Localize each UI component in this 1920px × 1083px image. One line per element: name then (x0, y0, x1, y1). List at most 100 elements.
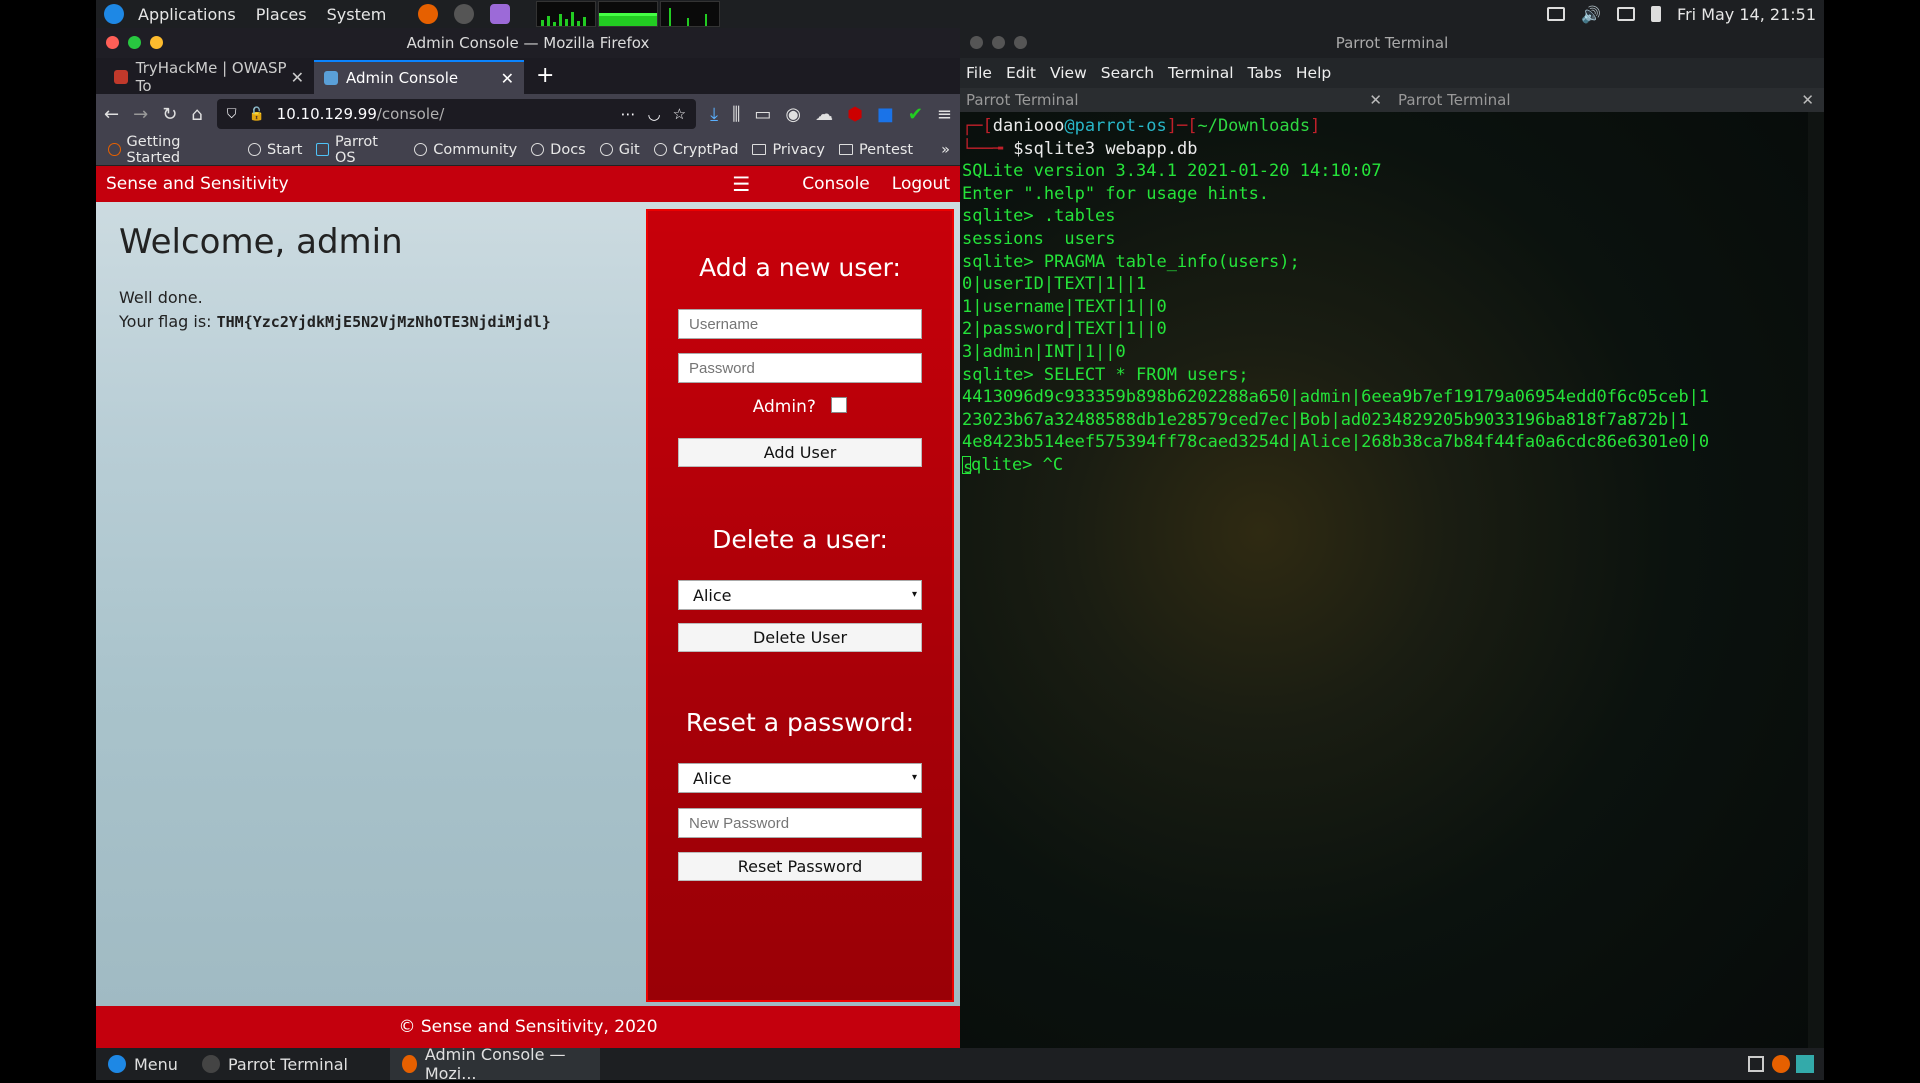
firefox-titlebar[interactable]: Admin Console — Mozilla Firefox (96, 28, 960, 58)
terminal-output[interactable]: ┌─[daniooo@parrot-os]─[~/Downloads] └──╼ … (960, 112, 1808, 1048)
reload-icon[interactable]: ↻ (162, 104, 177, 125)
menu-search[interactable]: Search (1101, 64, 1154, 82)
more-bookmarks-icon[interactable]: » (941, 142, 960, 158)
parrot-logo-icon[interactable] (104, 4, 124, 24)
minimize-window-button[interactable] (1014, 36, 1027, 49)
close-tab-icon[interactable]: ✕ (501, 69, 514, 88)
tab-tryhackme[interactable]: TryHackMe | OWASP To ✕ (104, 59, 314, 95)
close-window-button[interactable] (970, 36, 983, 49)
url-bar[interactable]: ⛉ 🔓 10.10.129.99/console/ ⋯ ◡ ☆ (216, 99, 697, 129)
password-input[interactable] (678, 353, 922, 383)
extension-check-icon[interactable]: ✔ (908, 104, 923, 125)
admin-checkbox[interactable] (831, 397, 848, 413)
volume-icon[interactable]: 🔊 (1581, 5, 1601, 24)
screen-icon[interactable] (1617, 7, 1636, 21)
bookmark-cryptpad[interactable]: CryptPad (653, 142, 738, 158)
hamburger-menu-icon[interactable]: ≡ (937, 104, 952, 125)
admin-label: Admin? (752, 397, 816, 417)
text-editor-launcher-icon[interactable] (490, 4, 511, 24)
taskbar-item-terminal[interactable]: Parrot Terminal (190, 1048, 390, 1080)
sidebar-icon[interactable]: ▭ (754, 104, 771, 125)
site-brand[interactable]: Sense and Sensitivity (106, 174, 732, 194)
menu-places[interactable]: Places (250, 0, 313, 28)
menu-file[interactable]: File (966, 64, 992, 82)
forward-icon[interactable]: → (133, 104, 148, 125)
extension-s-icon[interactable]: ■ (877, 104, 894, 125)
chevron-down-icon: ▾ (911, 772, 917, 783)
menu-edit[interactable]: Edit (1006, 64, 1036, 82)
bookmark-docs[interactable]: Docs (531, 142, 586, 158)
hamburger-icon[interactable]: ☰ (732, 172, 750, 196)
close-tab-icon[interactable]: ✕ (1369, 91, 1382, 109)
menu-help[interactable]: Help (1296, 64, 1331, 82)
menu-system[interactable]: System (321, 0, 393, 28)
menu-terminal[interactable]: Terminal (1168, 64, 1234, 82)
firefox-tray-icon[interactable] (1772, 1055, 1790, 1073)
minimize-window-button[interactable] (150, 36, 163, 49)
terminal-menubar: File Edit View Search Terminal Tabs Help (960, 58, 1824, 88)
terminal-icon (201, 1055, 220, 1073)
menu-view[interactable]: View (1050, 64, 1087, 82)
maximize-window-button[interactable] (128, 36, 141, 49)
firefox-window: Admin Console — Mozilla Firefox TryHackM… (96, 28, 960, 1048)
bookmark-getting-started[interactable]: Getting Started (108, 134, 234, 166)
insecure-lock-icon[interactable]: 🔓 (248, 107, 264, 122)
delete-user-select[interactable]: Alice ▾ (678, 580, 922, 610)
globe-icon (248, 143, 262, 156)
site-navbar: Sense and Sensitivity ☰ Console Logout (96, 166, 960, 202)
new-tab-button[interactable]: + (524, 63, 566, 94)
admin-console-favicon-icon (324, 71, 338, 85)
pocket-icon[interactable]: ◡ (648, 105, 661, 123)
close-tab-icon[interactable]: ✕ (1801, 91, 1814, 109)
bookmark-start[interactable]: Start (248, 142, 302, 158)
taskbar-item-firefox[interactable]: Admin Console — Mozi... (389, 1045, 600, 1083)
bookmark-star-icon[interactable]: ☆ (673, 105, 686, 123)
terminal-launcher-icon[interactable] (454, 4, 475, 24)
extension-icon[interactable]: ☁ (815, 104, 833, 125)
library-icon[interactable]: ⫼ (732, 104, 740, 125)
clock[interactable]: Fri May 14, 21:51 (1677, 5, 1816, 24)
new-password-input[interactable] (678, 808, 922, 838)
reset-user-select[interactable]: Alice ▾ (678, 763, 922, 793)
taskbar-menu-button[interactable]: Menu (96, 1048, 190, 1080)
firefox-icon (401, 1055, 417, 1073)
home-icon[interactable]: ⌂ (191, 104, 202, 125)
display-icon[interactable] (1547, 7, 1566, 21)
downloads-icon[interactable]: ⤓ (710, 104, 718, 125)
terminal-tray-icon[interactable] (1796, 1055, 1814, 1073)
folder-icon (752, 144, 767, 155)
bottom-taskbar: Menu Parrot Terminal Admin Console — Moz… (96, 1045, 1824, 1083)
maximize-window-button[interactable] (992, 36, 1005, 49)
terminal-tab-1[interactable]: Parrot Terminal ✕ (960, 88, 1392, 112)
parrot-icon (316, 143, 329, 156)
shield-icon[interactable]: ⛉ (227, 107, 237, 122)
close-window-button[interactable] (106, 36, 119, 49)
back-icon[interactable]: ← (104, 104, 119, 125)
tab-admin-console[interactable]: Admin Console ✕ (314, 60, 524, 94)
bookmark-parrot-os[interactable]: Parrot OS (316, 134, 400, 166)
terminal-line: 3|admin|INT|1||0 (962, 341, 1126, 362)
menu-applications[interactable]: Applications (132, 0, 242, 28)
nav-logout-link[interactable]: Logout (892, 174, 950, 194)
bookmark-community[interactable]: Community (414, 142, 517, 158)
bookmark-folder-privacy[interactable]: Privacy (752, 142, 825, 158)
firefox-launcher-icon[interactable] (418, 4, 439, 24)
battery-icon[interactable] (1651, 6, 1662, 22)
delete-user-button[interactable]: Delete User (678, 623, 922, 652)
menu-tabs[interactable]: Tabs (1248, 64, 1282, 82)
nav-console-link[interactable]: Console (802, 174, 870, 194)
bookmark-folder-pentest[interactable]: Pentest (838, 142, 913, 158)
reset-password-button[interactable]: Reset Password (678, 852, 922, 881)
extension-icon[interactable]: ◉ (785, 104, 801, 125)
terminal-line: SQLite version 3.34.1 2021-01-20 14:10:0… (962, 161, 1382, 182)
add-user-button[interactable]: Add User (678, 438, 922, 467)
username-input[interactable] (678, 309, 922, 339)
page-actions-icon[interactable]: ⋯ (621, 105, 636, 123)
workspace-icon[interactable] (1748, 1056, 1764, 1072)
terminal-titlebar[interactable]: Parrot Terminal (960, 28, 1824, 58)
terminal-scrollbar[interactable] (1808, 112, 1824, 1048)
ublock-icon[interactable]: ⬢ (847, 104, 863, 125)
close-tab-icon[interactable]: ✕ (291, 68, 304, 87)
bookmark-git[interactable]: Git (599, 142, 640, 158)
terminal-tab-2[interactable]: Parrot Terminal ✕ (1392, 88, 1824, 112)
